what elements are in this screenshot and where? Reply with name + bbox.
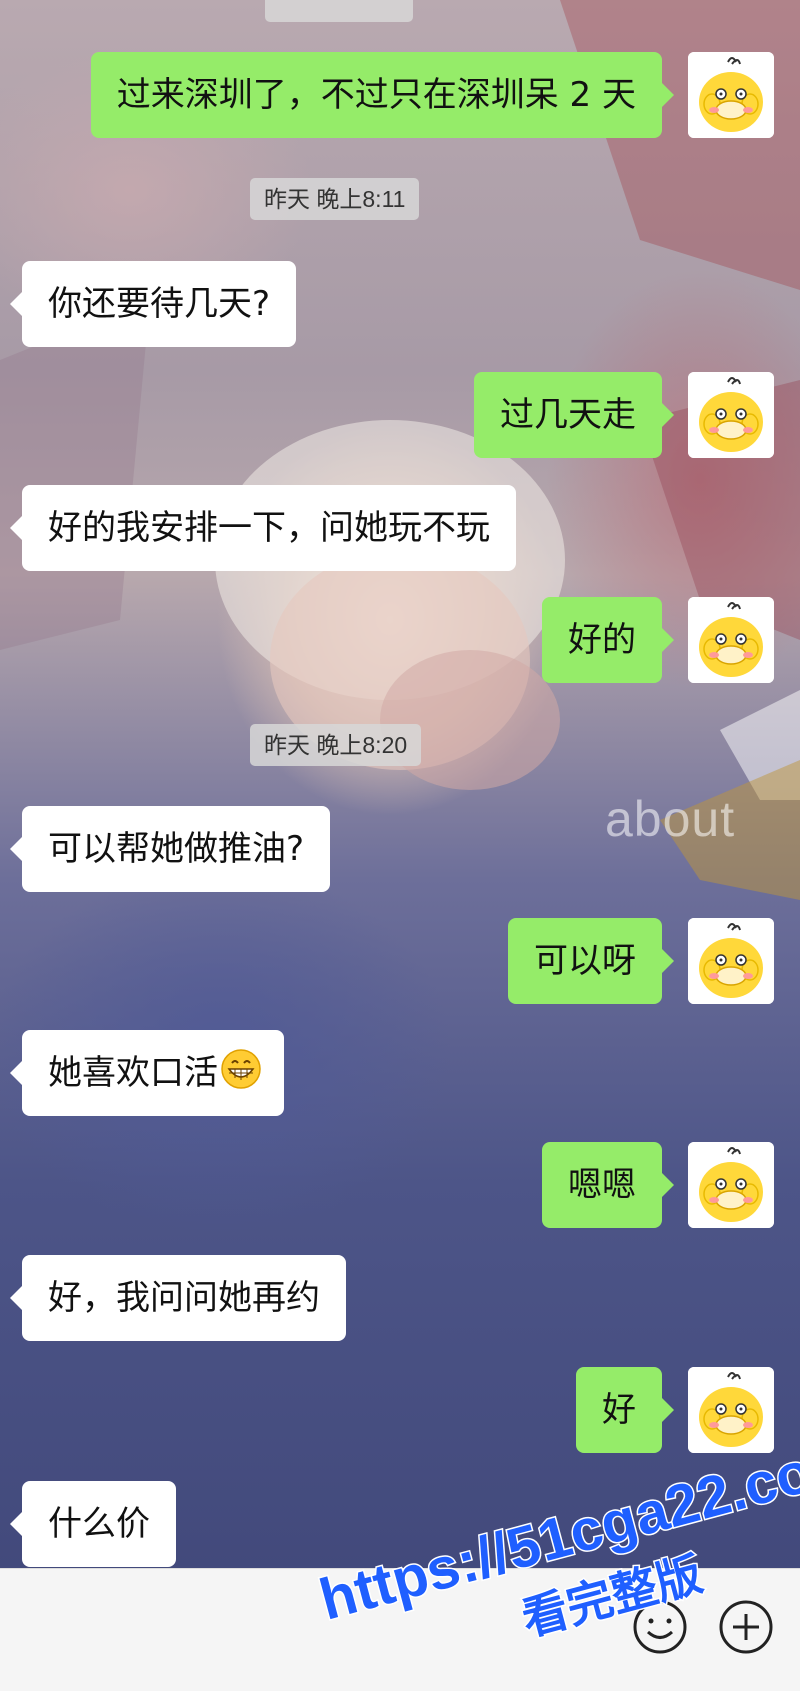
- message-bubble-outgoing[interactable]: 好的: [542, 597, 674, 683]
- smiley-icon[interactable]: [632, 1599, 688, 1655]
- avatar[interactable]: [688, 372, 774, 458]
- avatar[interactable]: [688, 52, 774, 138]
- duck-avatar-icon: [688, 1367, 774, 1453]
- grinning-face-icon: [221, 1049, 261, 1089]
- message-bubble-incoming[interactable]: 好，我问问她再约: [10, 1255, 346, 1341]
- top-timestamp-partial: [265, 0, 413, 22]
- avatar[interactable]: [688, 1367, 774, 1453]
- duck-avatar-icon: [688, 52, 774, 138]
- background-overlay-text: about: [605, 791, 736, 847]
- message-text: 她喜欢口活: [48, 1053, 218, 1093]
- message-bubble-incoming[interactable]: 她喜欢口活: [10, 1030, 284, 1116]
- duck-avatar-icon: [688, 918, 774, 1004]
- message-bubble-incoming[interactable]: 好的我安排一下，问她玩不玩: [10, 485, 516, 571]
- message-bubble-outgoing[interactable]: 过几天走: [474, 372, 674, 458]
- duck-avatar-icon: [688, 597, 774, 683]
- message-bubble-incoming[interactable]: 什么价: [10, 1481, 176, 1567]
- avatar[interactable]: [688, 918, 774, 1004]
- avatar[interactable]: [688, 1142, 774, 1228]
- timestamp: 昨天 晚上8:20: [250, 724, 422, 766]
- duck-avatar-icon: [688, 1142, 774, 1228]
- plus-icon[interactable]: [718, 1599, 774, 1655]
- duck-avatar-icon: [688, 372, 774, 458]
- input-toolbar: [0, 1568, 800, 1691]
- chat-screen: about 过来深圳了，不过只在深圳呆 2 天 昨天 晚上8:11 你还要待几天…: [0, 0, 800, 1691]
- timestamp: 昨天 晚上8:11: [250, 178, 420, 220]
- message-bubble-outgoing[interactable]: 可以呀: [508, 918, 674, 1004]
- message-bubble-incoming[interactable]: 可以帮她做推油?: [9, 806, 331, 892]
- message-bubble-outgoing[interactable]: 过来深圳了，不过只在深圳呆 2 天: [90, 52, 675, 138]
- message-bubble-outgoing[interactable]: 嗯嗯: [542, 1142, 674, 1228]
- message-bubble-outgoing[interactable]: 好: [576, 1367, 674, 1453]
- message-bubble-incoming[interactable]: 你还要待几天?: [9, 261, 297, 347]
- avatar[interactable]: [688, 597, 774, 683]
